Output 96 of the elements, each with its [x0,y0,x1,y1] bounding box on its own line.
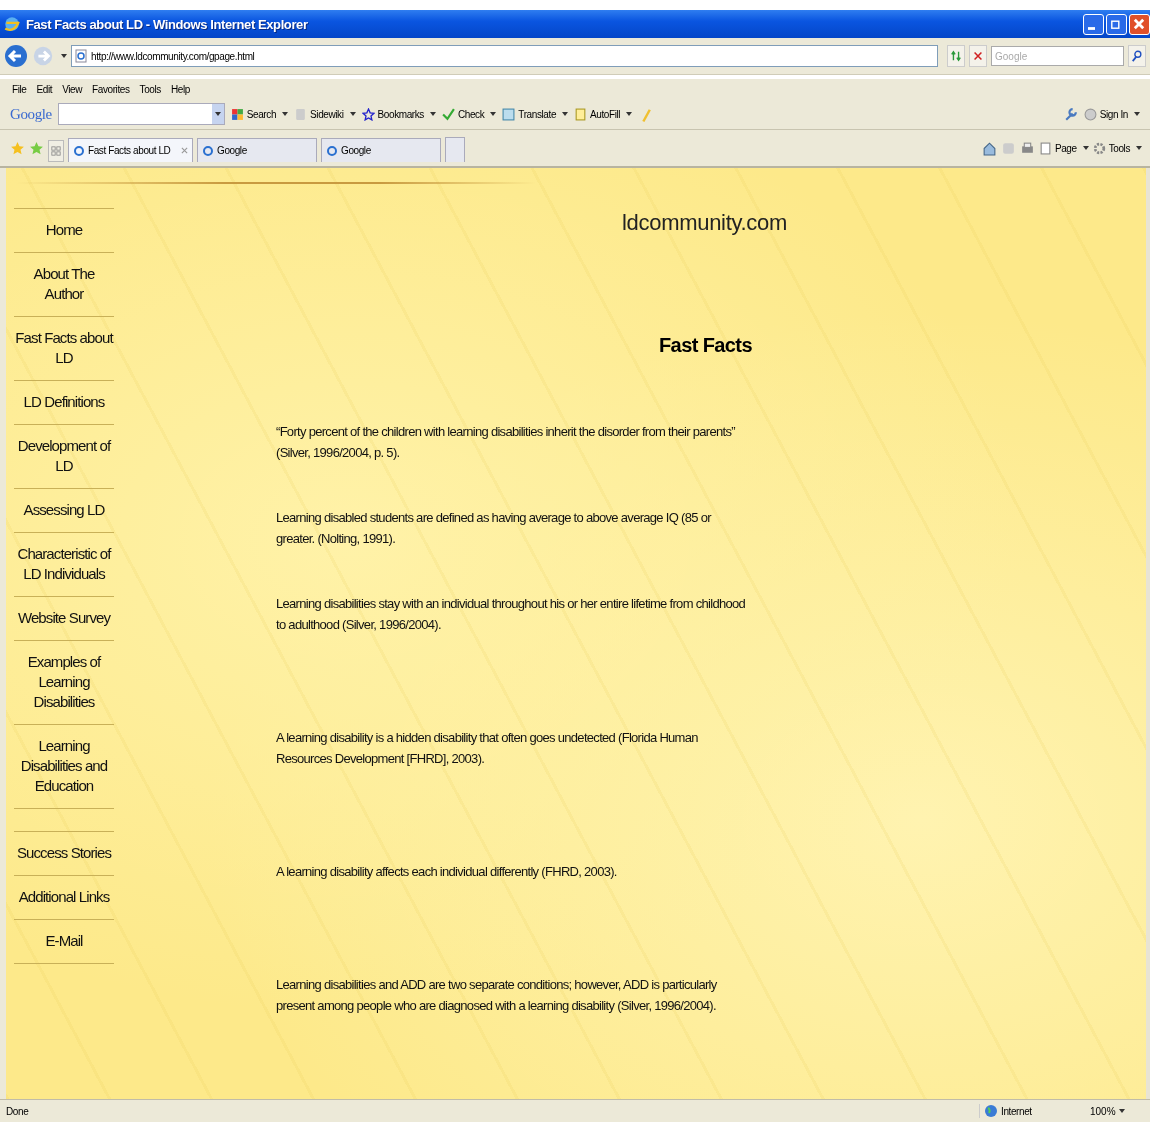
menu-item[interactable]: View [62,83,83,95]
add-favorite-icon[interactable] [29,140,44,156]
circle-icon [1083,107,1097,121]
nav-link[interactable]: Assessing LD [14,489,114,533]
nav-link[interactable]: E-Mail [14,920,114,964]
fact-paragraph: A learning disability is a hidden disability that often goes undetected (Florida Human Resources Development [FHRD], 2003). [276,729,699,768]
menu-item[interactable]: Edit [36,83,53,95]
caret-icon [214,112,221,116]
nav-link[interactable]: Additional Links [14,876,114,920]
site-title: ldcommunity.com [622,210,789,236]
page-icon [75,49,87,63]
toolbar-button[interactable]: Check [441,107,497,121]
browser-tab[interactable]: Google [197,138,317,162]
menu-item[interactable]: Tools [139,83,161,95]
page-icon [73,144,85,157]
gear-icon [1092,141,1106,155]
caret-icon [61,54,67,58]
security-zone: Internet [1001,1105,1032,1117]
nav-link[interactable]: Home [14,209,114,253]
nav-link[interactable]: Success Stories [14,832,114,876]
panel-icon [294,107,308,121]
stop-button[interactable] [969,45,987,67]
stop-icon [972,50,984,62]
fact-paragraph: Learning disabilities and ADD are two separate conditions; however, ADD is particularly present among people who are diagnosed with a learning disability (Silver, 1996/2004). [276,976,718,1015]
new-tab-button[interactable] [445,137,465,162]
search-button[interactable] [1128,45,1146,67]
menu-item[interactable]: File [12,83,27,95]
caret-icon [429,112,436,116]
toolbar-button[interactable]: Sidewiki [294,107,356,121]
form-icon [574,107,588,121]
search-field[interactable]: Google [991,46,1124,66]
globe-icon [984,1104,998,1118]
toolbar-button[interactable]: AutoFill [574,107,633,121]
home-icon[interactable] [981,140,997,156]
favorites-star-icon[interactable] [10,140,25,156]
fact-paragraph: A learning disability affects each individual differently (FHRD, 2003). [276,863,618,881]
fact-paragraph: “Forty percent of the children with learning disabilities inherit the disorder from their parents” (Silver, 1996/2004, p. 5). [276,423,736,462]
caret-icon [1118,1109,1125,1113]
caret-icon [282,112,289,116]
browser-tab[interactable]: Google [321,138,441,162]
translate-icon [502,107,516,121]
caret-icon [1136,146,1142,150]
scrollbar[interactable] [1146,168,1150,1099]
grid-icon [51,146,61,156]
nav-link[interactable]: Fast Facts about LD [14,317,114,381]
toolbar-button[interactable]: Search [230,107,289,121]
sign-in-button[interactable]: Sign In [1083,107,1140,121]
page-heading: Fast Facts [659,334,753,357]
toolbar-search-field[interactable] [57,103,225,125]
nav-link[interactable]: LD Definitions [14,381,114,425]
caret-icon [349,112,356,116]
command-button[interactable]: Page [1038,141,1089,155]
minimize-icon [1088,27,1095,30]
window-title: Fast Facts about LD - Windows Internet Explorer [26,16,309,32]
toolbar-button[interactable]: Bookmarks [361,107,436,121]
nav-link[interactable]: Characteristic of LD Individuals [14,533,114,597]
caret-icon [1134,112,1140,116]
history-dropdown-button[interactable] [58,54,67,58]
minimize-button[interactable] [1083,13,1104,35]
nav-link[interactable]: Learning Disabilities and Education [14,725,114,809]
browser-tab[interactable]: Fast Facts about LD [68,138,193,162]
nav-link[interactable]: Website Survey [14,597,114,641]
star-icon [361,107,375,121]
nav-link[interactable]: Examples of Learning Disabilities [14,641,114,725]
command-button[interactable]: Tools [1092,141,1142,155]
close-icon [1132,17,1146,31]
back-button[interactable] [4,44,28,68]
refresh-icon [950,50,962,62]
status-text: Done [6,1105,29,1117]
refresh-button[interactable] [947,45,965,67]
checkmark-icon [441,107,455,121]
zoom-button[interactable]: 100% [1084,1104,1144,1118]
caret-icon [626,112,633,116]
nav-link[interactable]: Development of LD [14,425,114,489]
fact-paragraph: Learning disabled students are defined as having average to above average IQ (85 or greater. (Nolting, 1991). [276,509,713,548]
browser-logo-icon [3,15,21,33]
page-icon [326,144,338,157]
print-icon[interactable] [1019,140,1035,156]
nav-link[interactable]: About The Author [14,253,114,317]
page-icon [202,144,214,157]
restore-button[interactable] [1106,13,1127,35]
search-icon [1131,50,1143,62]
caret-icon [1082,146,1089,150]
caret-icon [490,112,497,116]
menu-item[interactable]: Help [170,83,190,95]
page-icon [1038,141,1052,155]
close-button[interactable] [1129,13,1150,35]
address-field[interactable]: http://www.ldcommunity.com/gpage.html [71,45,938,67]
toolbar-button[interactable]: Translate [502,107,569,121]
fact-paragraph: Learning disabilities stay with an individual throughout his or her entire lifetime from childhood to adulthood (Silver, 1996/2004). [276,595,746,634]
colored-squares-icon [230,107,244,121]
quick-tabs-button[interactable] [48,140,64,162]
close-tab-icon[interactable] [181,147,188,154]
caret-icon [562,112,569,116]
menu-item[interactable]: Favorites [92,83,130,95]
toolbar-logo: Google [10,105,52,123]
